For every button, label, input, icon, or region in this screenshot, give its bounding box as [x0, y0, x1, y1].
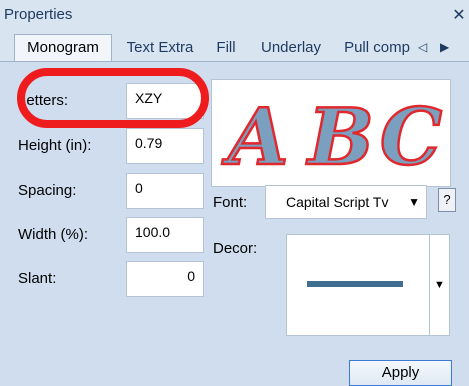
decor-line-preview	[307, 281, 403, 287]
spacing-input[interactable]: 0	[126, 173, 204, 209]
decor-label: Decor:	[213, 240, 258, 257]
decor-select[interactable]	[286, 234, 430, 336]
tab-scroll-right-icon[interactable]: ▶	[440, 40, 449, 54]
apply-button[interactable]: Apply	[349, 360, 452, 386]
decor-dropdown-button[interactable]: ▼	[430, 234, 450, 336]
letters-label: Letters:	[18, 92, 69, 109]
tab-scroll-left-icon[interactable]: ◁	[418, 40, 427, 54]
tab-pull-comp[interactable]: Pull comp	[339, 36, 415, 60]
preview-letter-c: C	[380, 92, 442, 183]
height-input[interactable]: 0.79	[126, 128, 204, 164]
title-bar: Properties ✕	[0, 0, 469, 32]
font-select[interactable]: Capital Script Tv ▼	[265, 185, 427, 219]
tab-underlay[interactable]: Underlay	[253, 36, 329, 60]
monogram-panel: Letters: XZY Height (in): 0.79 Spacing: …	[0, 61, 469, 386]
slant-label: Slant:	[18, 270, 57, 287]
width-label: Width (%):	[18, 226, 89, 243]
monogram-preview: A B C	[211, 79, 451, 187]
width-input[interactable]: 100.0	[126, 217, 204, 253]
height-label: Height (in):	[18, 137, 92, 154]
tab-text-extra[interactable]: Text Extra	[120, 36, 200, 60]
preview-letter-b: B	[306, 92, 374, 183]
preview-letters-graphic: A B C	[220, 91, 444, 185]
font-value: Capital Script Tv	[286, 194, 389, 210]
help-button[interactable]: ?	[438, 188, 456, 212]
letters-input[interactable]: XZY	[126, 83, 204, 119]
font-label: Font:	[213, 194, 248, 211]
preview-letter-a: A	[221, 92, 289, 183]
window-title: Properties	[4, 6, 73, 23]
slant-input[interactable]: 0	[126, 261, 204, 297]
chevron-down-icon: ▼	[434, 279, 445, 291]
chevron-down-icon: ▼	[408, 195, 420, 209]
close-icon[interactable]: ✕	[451, 5, 467, 25]
tab-strip: Monogram Text Extra Fill Underlay Pull c…	[0, 32, 469, 63]
tab-monogram[interactable]: Monogram	[14, 34, 112, 63]
tab-fill[interactable]: Fill	[211, 36, 241, 60]
spacing-label: Spacing:	[18, 182, 77, 199]
